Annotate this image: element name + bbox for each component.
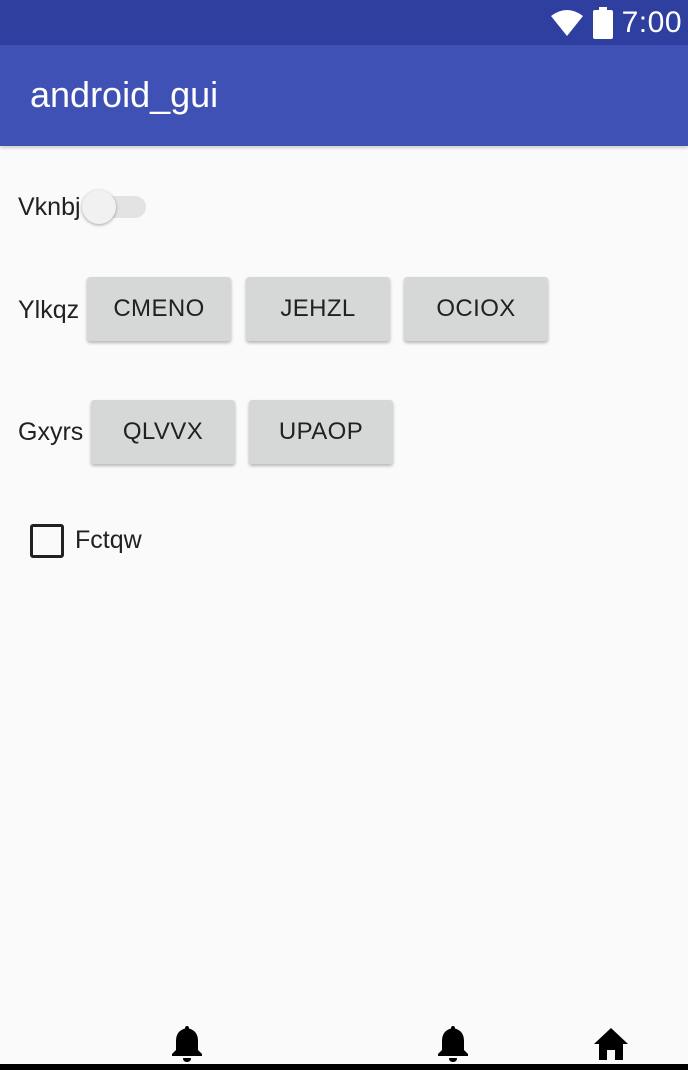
button-row-1-label: Ylkqz <box>18 296 80 324</box>
switch-label: Vknbj <box>18 193 81 221</box>
upaop-button[interactable]: UPAOP <box>249 400 393 464</box>
wifi-icon <box>550 10 583 36</box>
bottom-nav-bar <box>0 1020 688 1070</box>
status-icons: 7:00 <box>550 6 682 40</box>
app-title: android_gui <box>30 74 219 115</box>
jehzl-button[interactable]: JEHZL <box>246 277 390 341</box>
status-bar: 7:00 <box>0 0 688 45</box>
fctqw-checkbox[interactable] <box>30 524 64 558</box>
checkbox-label[interactable]: Fctqw <box>75 525 142 555</box>
home-icon[interactable] <box>593 1024 629 1062</box>
cmeno-button[interactable]: CMENO <box>87 277 231 341</box>
bell-icon[interactable] <box>435 1024 471 1062</box>
ociox-button[interactable]: OCIOX <box>404 277 548 341</box>
button-row-2-label: Gxyrs <box>18 418 84 446</box>
app-bar: android_gui <box>0 45 688 146</box>
main-content: Vknbj Ylkqz CMENO JEHZL OCIOX Gxyrs QLVV… <box>0 146 688 1036</box>
status-time: 7:00 <box>621 6 682 39</box>
vknbj-switch[interactable] <box>80 188 150 226</box>
battery-icon <box>592 7 613 39</box>
nav-bar-edge <box>0 1064 688 1070</box>
qlvvx-button[interactable]: QLVVX <box>91 400 235 464</box>
bell-icon[interactable] <box>169 1024 205 1062</box>
switch-thumb[interactable] <box>82 190 116 224</box>
